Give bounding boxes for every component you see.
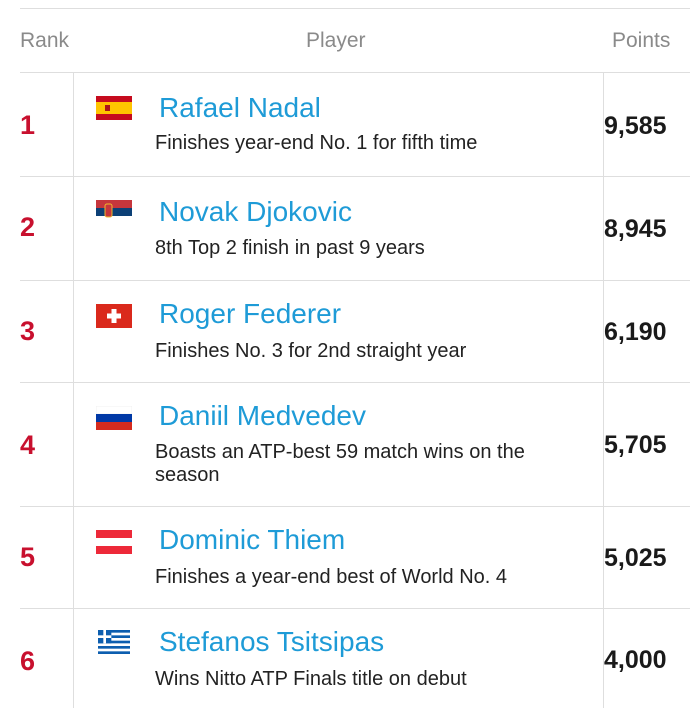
rank-number: 4 [20,430,36,460]
points-value: 5,705 [604,431,667,459]
divider [20,608,690,609]
russia-flag-icon [96,406,132,430]
divider [20,72,690,73]
player-name-link[interactable]: Rafael Nadal [159,92,321,124]
player-name-link[interactable]: Stefanos Tsitsipas [159,626,384,658]
switzerland-flag-icon [96,304,132,328]
spain-flag-icon [96,96,132,120]
player-name-link[interactable]: Novak Djokovic [159,196,352,228]
divider [20,280,690,281]
points-value: 6,190 [604,318,667,346]
divider [20,382,690,383]
divider [20,176,690,177]
player-note: Finishes year-end No. 1 for fifth time [155,132,478,154]
austria-flag-icon [96,530,132,554]
divider [20,506,690,507]
header-player: Player [306,29,366,52]
player-name-link[interactable]: Roger Federer [159,298,341,330]
divider [20,8,690,9]
serbia-flag-icon [96,200,132,224]
points-value: 4,000 [604,646,667,674]
player-note: 8th Top 2 finish in past 9 years [155,237,425,259]
column-divider [73,72,74,708]
rank-number: 2 [20,212,36,242]
points-value: 9,585 [604,112,667,140]
player-note: Finishes No. 3 for 2nd straight year [155,340,467,362]
column-divider [603,72,604,708]
rank-number: 5 [20,542,36,572]
greece-flag-icon [98,630,130,654]
points-value: 5,025 [604,544,667,572]
player-note: Boasts an ATP-best 59 match wins on the … [155,441,525,486]
player-name-link[interactable]: Dominic Thiem [159,524,345,556]
rank-number: 6 [20,646,36,676]
rank-number: 1 [20,110,36,140]
points-value: 8,945 [604,215,667,243]
header-points: Points [612,29,671,52]
player-name-link[interactable]: Daniil Medvedev [159,400,366,432]
header-rank: Rank [20,29,70,52]
player-note: Finishes a year-end best of World No. 4 [155,566,508,588]
player-note: Wins Nitto ATP Finals title on debut [155,668,467,690]
rank-number: 3 [20,316,36,346]
